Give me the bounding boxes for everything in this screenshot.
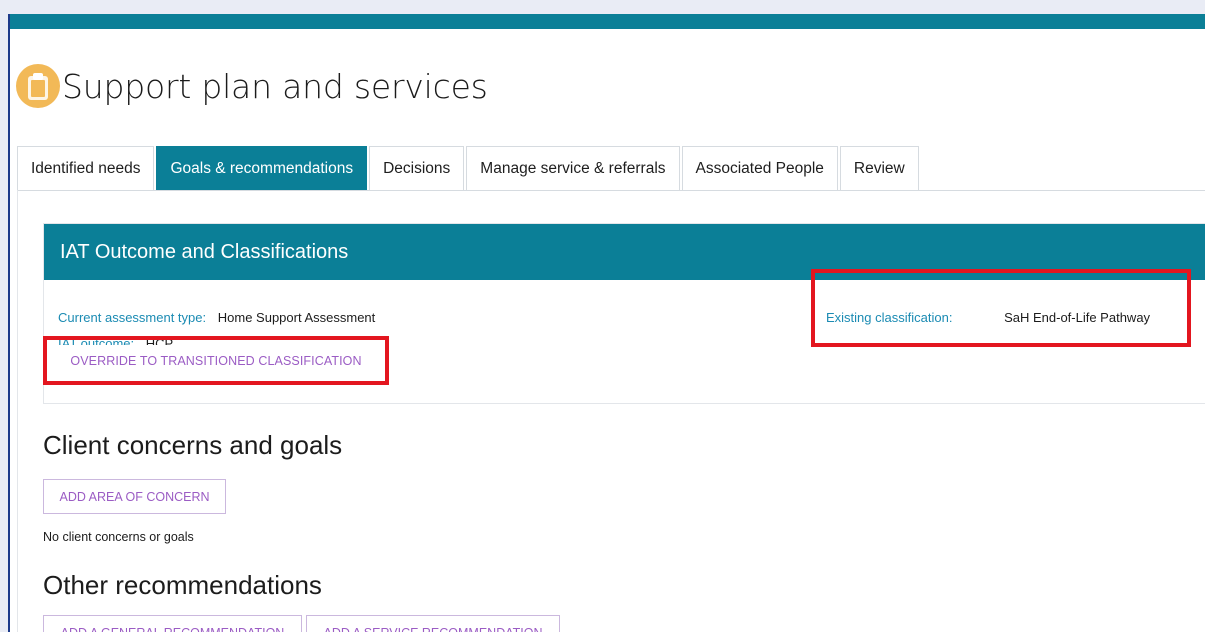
tab-decisions[interactable]: Decisions — [369, 146, 465, 191]
assessment-type-row: Current assessment type: Home Support As… — [58, 310, 375, 325]
add-service-recommendation-button[interactable]: ADD A SERVICE RECOMMENDATION — [306, 615, 560, 632]
clipboard-icon — [16, 64, 60, 108]
tab-associated-people[interactable]: Associated People — [681, 146, 838, 191]
concerns-heading: Client concerns and goals — [43, 430, 343, 460]
add-area-of-concern-button[interactable]: ADD AREA OF CONCERN — [43, 479, 226, 514]
tab-bar: Identified needs Goals & recommendations… — [17, 146, 921, 191]
top-bar — [10, 14, 1205, 29]
highlight-box-classification — [811, 269, 1191, 347]
recommendations-heading: Other recommendations — [43, 570, 322, 600]
page-title: Support plan and services — [62, 66, 488, 106]
page-header: Support plan and services — [16, 61, 488, 111]
assessment-type-label: Current assessment type: — [58, 310, 207, 325]
iat-panel-title: IAT Outcome and Classifications — [60, 240, 349, 263]
tab-review[interactable]: Review — [839, 146, 919, 191]
no-concerns-text: No client concerns or goals — [43, 530, 194, 544]
tab-goals-recommendations[interactable]: Goals & recommendations — [156, 146, 368, 191]
assessment-type-value: Home Support Assessment — [217, 310, 376, 325]
add-general-recommendation-button[interactable]: ADD A GENERAL RECOMMENDATION — [43, 615, 302, 632]
tab-identified-needs[interactable]: Identified needs — [17, 146, 155, 191]
highlight-box-override — [43, 336, 389, 385]
tab-manage-service-referrals[interactable]: Manage service & referrals — [466, 146, 680, 191]
